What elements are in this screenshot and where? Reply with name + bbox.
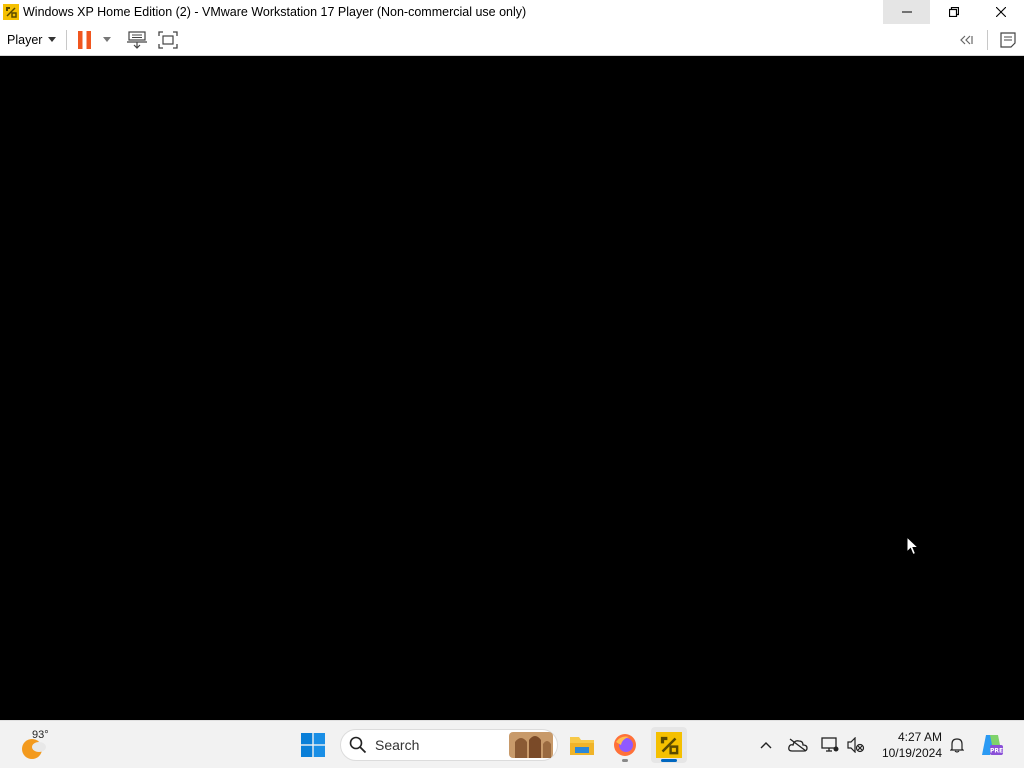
restore-button[interactable] <box>930 0 977 24</box>
minimize-button[interactable] <box>883 0 930 24</box>
dropdown-arrow-icon <box>103 37 112 42</box>
windows-logo-icon <box>301 733 325 757</box>
vmware-icon <box>656 732 682 758</box>
show-hidden-icons-button[interactable] <box>754 721 778 768</box>
mouse-cursor-icon <box>906 536 920 556</box>
pause-button[interactable] <box>77 24 93 56</box>
toolbar-separator <box>987 29 988 50</box>
copilot-icon: PRE <box>982 735 1003 755</box>
vmware-icon[interactable] <box>2 3 20 21</box>
full-screen-button[interactable] <box>155 24 181 56</box>
copilot-button[interactable]: PRE <box>978 721 1006 768</box>
firefox-icon <box>614 734 636 756</box>
title-bar: Windows XP Home Edition (2) - VMware Wor… <box>0 0 1024 24</box>
player-menu-label: Player <box>7 32 43 47</box>
window-title: Windows XP Home Edition (2) - VMware Wor… <box>23 5 527 19</box>
message-log-icon <box>1000 31 1016 48</box>
onedrive-tray[interactable] <box>786 721 810 768</box>
collapse-library-button[interactable] <box>951 24 983 56</box>
close-button[interactable] <box>977 0 1024 24</box>
chevron-up-icon <box>760 742 772 749</box>
onedrive-icon <box>788 738 808 752</box>
taskbar-clock[interactable]: 4:27 AM 10/19/2024 <box>876 729 942 761</box>
running-indicator <box>622 759 628 762</box>
close-icon <box>995 7 1006 17</box>
power-options-dropdown[interactable] <box>97 24 117 56</box>
restore-icon <box>948 7 959 17</box>
network-icon <box>821 737 839 752</box>
send-ctrl-alt-del-button[interactable] <box>125 24 149 56</box>
player-menu[interactable]: Player <box>0 24 62 56</box>
svg-text:PRE: PRE <box>990 748 1003 755</box>
network-tray[interactable] <box>818 721 842 768</box>
collapse-library-icon <box>960 35 973 44</box>
notification-center-button[interactable] <box>945 721 969 768</box>
full-screen-icon <box>158 30 179 49</box>
search-highlight-icon <box>509 732 553 758</box>
volume-muted-icon <box>847 737 865 753</box>
message-log-button[interactable] <box>992 24 1024 56</box>
minimize-icon <box>901 11 912 13</box>
toolbar-separator <box>66 29 68 50</box>
file-explorer-icon <box>570 737 594 755</box>
search-label: Search <box>375 737 420 753</box>
weather-temperature: 93° <box>32 729 49 741</box>
send-ctrl-alt-del-icon <box>127 30 148 49</box>
weather-widget[interactable]: 93° <box>18 729 58 761</box>
volume-tray[interactable] <box>844 721 868 768</box>
vm-display[interactable] <box>0 56 1024 720</box>
taskbar-file-explorer[interactable] <box>564 727 600 763</box>
clock-time: 4:27 AM <box>897 730 942 744</box>
pause-icon <box>78 30 92 49</box>
taskbar-firefox[interactable] <box>607 727 643 763</box>
toolbar-right <box>951 24 1024 56</box>
search-icon <box>349 736 367 754</box>
dropdown-arrow-icon <box>48 37 57 42</box>
clock-date: 10/19/2024 <box>881 746 942 760</box>
windows-taskbar: 93° Search 4:27 AM 10/19/2024 PRE <box>0 720 1024 768</box>
taskbar-search[interactable]: Search <box>340 729 558 761</box>
player-toolbar: Player <box>0 24 1024 56</box>
start-button[interactable] <box>301 733 325 760</box>
active-indicator <box>661 759 677 762</box>
taskbar-vmware-player[interactable] <box>651 727 687 763</box>
notification-bell-icon <box>950 738 964 753</box>
